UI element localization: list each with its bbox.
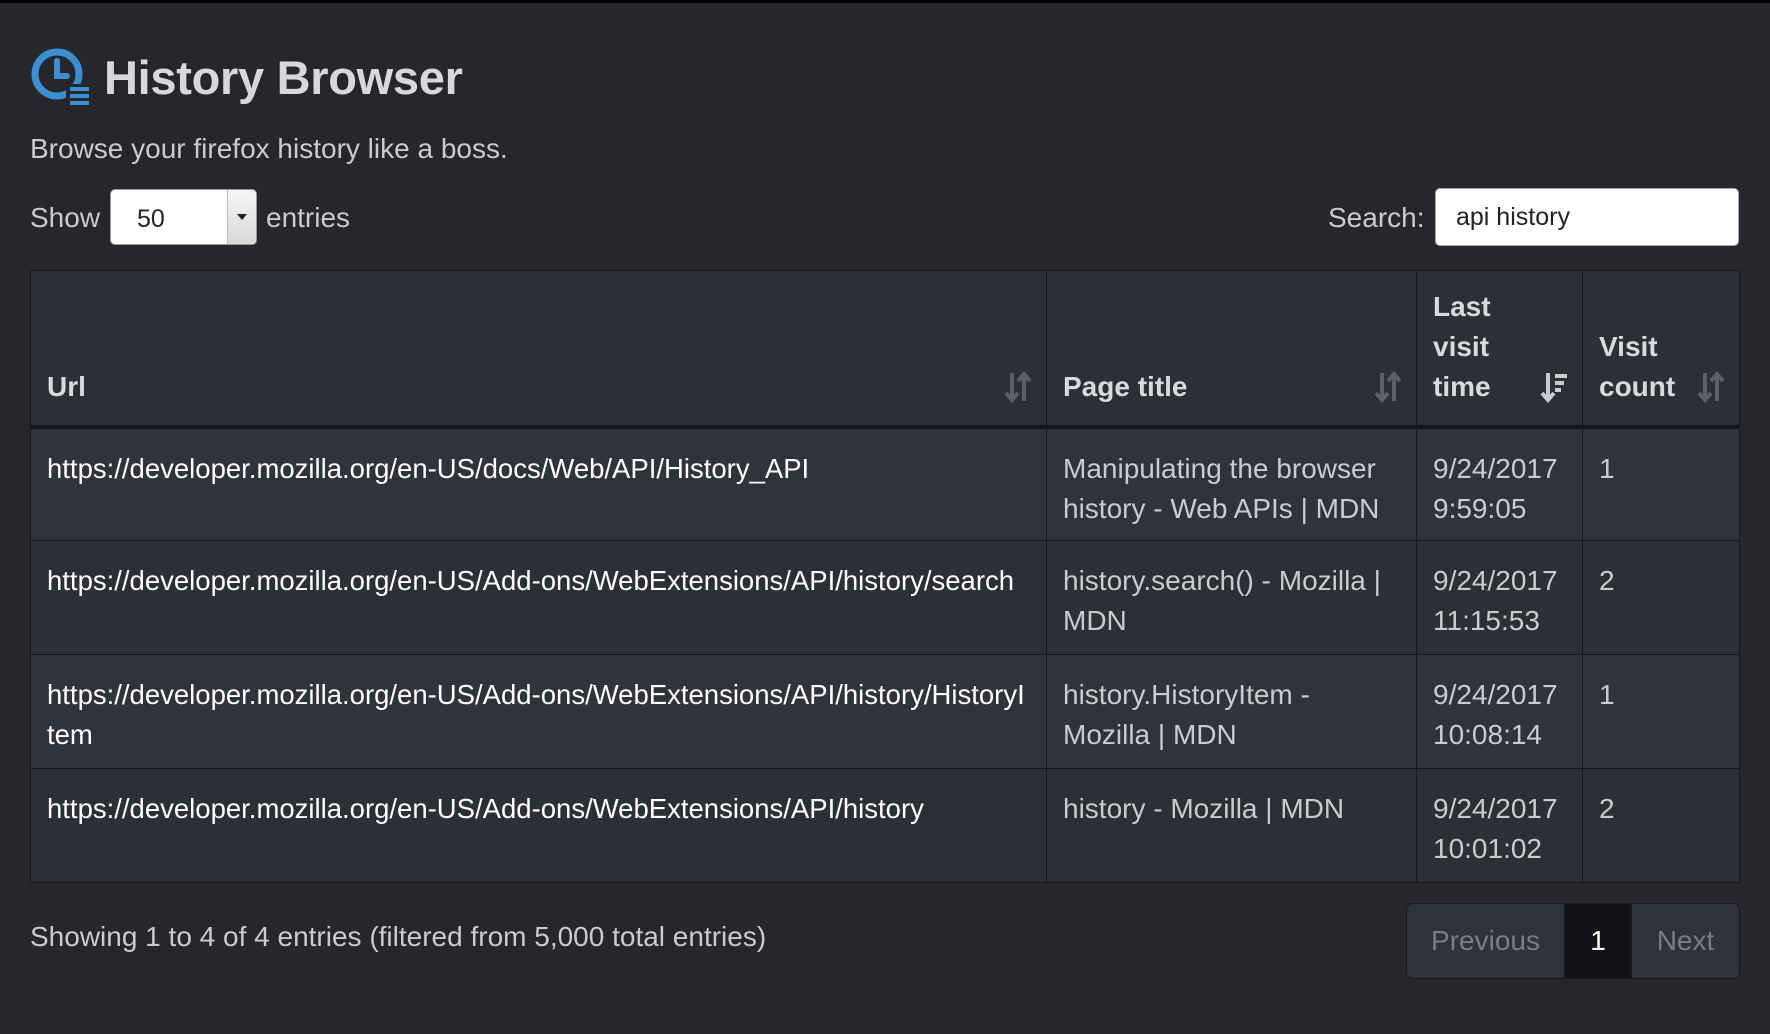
entries-label: entries: [266, 202, 351, 233]
clock-history-icon: [31, 48, 90, 106]
show-label: Show: [30, 202, 101, 233]
table-row[interactable]: https://developer.mozilla.org/en-US/Add-…: [30, 540, 1740, 655]
url-cell[interactable]: https://developer.mozilla.org/en-US/Add-…: [30, 540, 1047, 655]
column-header-url[interactable]: Url: [30, 270, 1047, 429]
column-header-label: Url: [47, 370, 86, 402]
page-title-cell: history.search() - Mozilla | MDN: [1046, 540, 1417, 655]
entries-per-page-select[interactable]: 50: [110, 189, 257, 245]
entries-per-page-value: 50: [137, 205, 165, 233]
visit-count-cell: 2: [1582, 540, 1740, 655]
column-header-label: Page title: [1063, 370, 1188, 402]
sort-descending-icon[interactable]: [1540, 371, 1568, 403]
search-input[interactable]: [1435, 188, 1739, 246]
sort-icon[interactable]: [1697, 370, 1725, 403]
sort-icon[interactable]: [1004, 370, 1032, 403]
visit-count-cell: 1: [1582, 426, 1740, 541]
last-visit-cell: 9/24/2017 11:15:53: [1416, 540, 1583, 655]
column-header-last-visit-time[interactable]: Last visit time: [1416, 270, 1583, 429]
page-subtitle: Browse your firefox history like a boss.: [30, 133, 508, 164]
page-1-button[interactable]: 1: [1565, 904, 1631, 978]
previous-page-button[interactable]: Previous: [1407, 904, 1565, 978]
last-visit-cell: 9/24/2017 10:08:14: [1416, 654, 1583, 769]
table-info: Showing 1 to 4 of 4 entries (filtered fr…: [30, 921, 767, 952]
page-title-cell: history - Mozilla | MDN: [1046, 768, 1417, 883]
url-cell[interactable]: https://developer.mozilla.org/en-US/docs…: [30, 426, 1047, 541]
last-visit-cell: 9/24/2017 9:59:05: [1416, 426, 1583, 541]
history-table: Url Page title Last visit time Visit cou…: [30, 270, 1740, 883]
last-visit-cell: 9/24/2017 10:01:02: [1416, 768, 1583, 883]
column-header-label: Visit count: [1599, 330, 1676, 402]
search-label: Search:: [1328, 202, 1425, 233]
table-row[interactable]: https://developer.mozilla.org/en-US/Add-…: [30, 654, 1740, 769]
url-cell[interactable]: https://developer.mozilla.org/en-US/Add-…: [30, 768, 1047, 883]
sort-icon[interactable]: [1374, 370, 1402, 403]
page-title-cell: Manipulating the browser history - Web A…: [1046, 426, 1417, 541]
url-cell[interactable]: https://developer.mozilla.org/en-US/Add-…: [30, 654, 1047, 769]
column-header-page-title[interactable]: Page title: [1046, 270, 1417, 429]
column-header-visit-count[interactable]: Visit count: [1582, 270, 1740, 429]
page-title: History Browser: [104, 50, 463, 104]
chevron-down-icon[interactable]: [227, 190, 256, 244]
window-top-border: [0, 0, 1770, 3]
visit-count-cell: 1: [1582, 654, 1740, 769]
column-header-label: Last visit time: [1433, 290, 1491, 402]
table-controls: Show 50 entries Search:: [30, 188, 1739, 248]
visit-count-cell: 2: [1582, 768, 1740, 883]
table-row[interactable]: https://developer.mozilla.org/en-US/docs…: [30, 426, 1740, 541]
next-page-button[interactable]: Next: [1631, 904, 1739, 978]
table-header-row: Url Page title Last visit time Visit cou…: [30, 270, 1740, 429]
table-row[interactable]: https://developer.mozilla.org/en-US/Add-…: [30, 768, 1740, 883]
pagination: Previous 1 Next: [1406, 903, 1740, 979]
header: History Browser: [30, 44, 463, 110]
page-title-cell: history.HistoryItem - Mozilla | MDN: [1046, 654, 1417, 769]
